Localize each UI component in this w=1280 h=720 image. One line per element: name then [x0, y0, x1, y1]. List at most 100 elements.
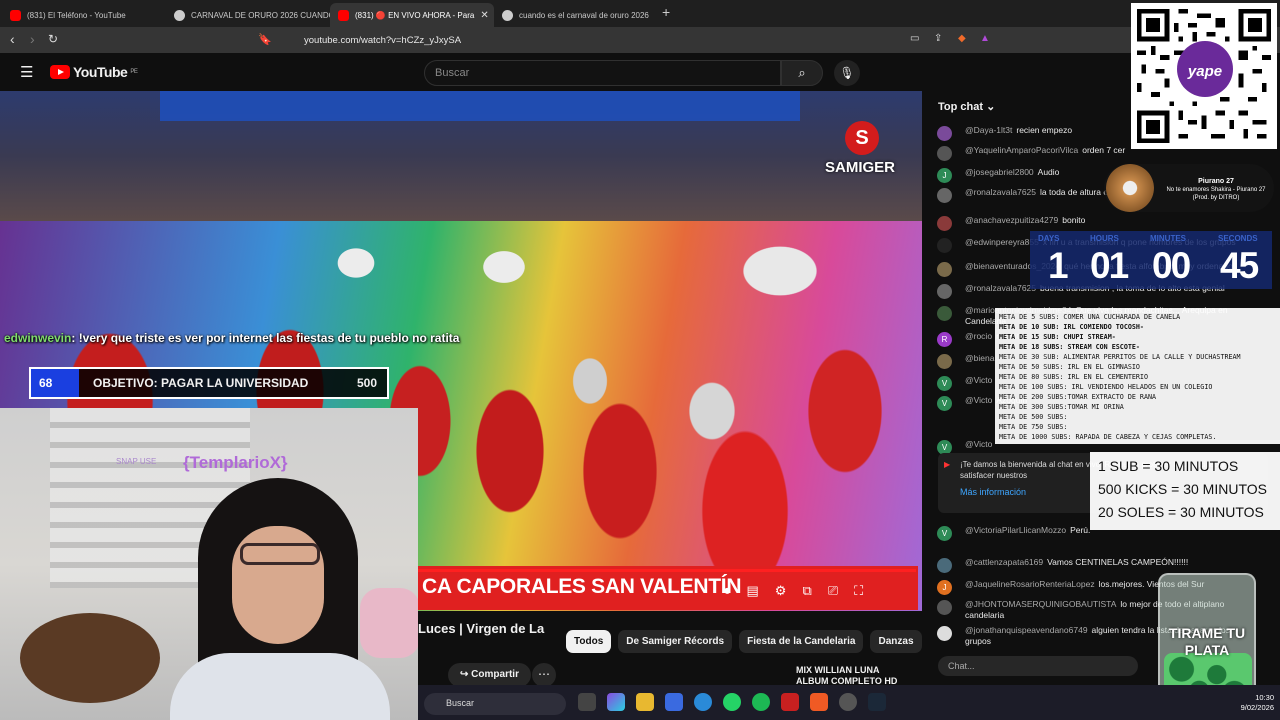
voice-search-button[interactable]: 🎙 — [834, 60, 860, 86]
cast-icon[interactable]: ⎚ — [828, 583, 838, 599]
avatar[interactable]: R — [937, 332, 952, 347]
edge-icon[interactable] — [694, 693, 712, 711]
back-icon[interactable]: ‹ — [10, 31, 15, 47]
chip-candelaria[interactable]: Fiesta de la Candelaria — [739, 630, 864, 653]
app-icon[interactable] — [781, 693, 799, 711]
settings-icon[interactable]: ⚙ — [775, 583, 787, 599]
avatar[interactable] — [937, 558, 952, 573]
avatar[interactable] — [937, 354, 952, 369]
avatar[interactable] — [937, 284, 952, 299]
more-options-button[interactable]: ⋯ — [532, 663, 556, 687]
task-view-icon[interactable] — [578, 693, 596, 711]
reload-icon[interactable]: ↻ — [48, 32, 58, 46]
steam-icon[interactable] — [868, 693, 886, 711]
youtube-logo[interactable]: YouTube PE — [50, 64, 138, 80]
recommended-video[interactable]: MIX WILLIAN LUNA ALBUM COMPLETO HD — [796, 665, 897, 687]
brave-shield-icon[interactable]: ◆ — [958, 33, 966, 44]
chat-author[interactable]: @ronalzavala7625 — [965, 187, 1036, 197]
timer-days: 1 — [1048, 245, 1069, 286]
avatar[interactable] — [937, 126, 952, 141]
video-progress-bar[interactable] — [418, 569, 916, 572]
chat-author[interactable]: @anachavezpuitiza4279 — [965, 215, 1058, 225]
avatar[interactable] — [937, 216, 952, 231]
taskbar-apps — [578, 693, 886, 711]
bookmark-icon[interactable]: 🔖 — [258, 33, 272, 46]
store-icon[interactable] — [665, 693, 683, 711]
jar-label: TIRAME TU PLATA — [1168, 625, 1246, 658]
avatar[interactable] — [937, 188, 952, 203]
chat-author[interactable]: @Daya-1lt3t — [965, 125, 1012, 135]
avatar[interactable] — [937, 238, 952, 253]
chat-author[interactable]: @Victo — [965, 375, 992, 385]
copilot-icon[interactable] — [607, 693, 625, 711]
autoplay-toggle-icon[interactable]: ⏺ — [724, 583, 731, 599]
avatar[interactable] — [937, 626, 952, 641]
tab-carnaval-oruro[interactable]: CARNAVAL DE ORURO 2026 CUANDO — [166, 3, 330, 27]
chat-author[interactable]: @JHONTOMASERQUINIGOBAUTISTA — [965, 599, 1116, 609]
chat-author[interactable]: @Victo — [965, 439, 992, 449]
chat-author[interactable]: @josegabriel2800 — [965, 167, 1034, 177]
chat-input[interactable]: Chat... — [938, 656, 1138, 676]
file-explorer-icon[interactable] — [636, 693, 654, 711]
avatar[interactable]: J — [937, 580, 952, 595]
chip-danzas[interactable]: Danzas — [870, 630, 922, 653]
menu-icon[interactable]: ☰ — [20, 63, 33, 81]
subtitles-icon[interactable]: ▤ — [747, 583, 759, 599]
tab-cuando-carnaval[interactable]: cuando es el carnaval de oruro 2026 — [494, 3, 658, 27]
chat-author[interactable]: @rocio — [965, 331, 992, 341]
obs-icon[interactable] — [839, 693, 857, 711]
chat-author[interactable]: @cattlenzapata6169 — [965, 557, 1043, 567]
share-icon[interactable]: ⇪ — [934, 33, 942, 44]
whatsapp-icon[interactable] — [723, 693, 741, 711]
close-tab-icon[interactable]: ✕ — [480, 10, 488, 21]
cast-icon[interactable]: ▭ — [910, 33, 919, 44]
address-bar: ‹ › ↻ 🔖 youtube.com/watch?v=hCZz_yJxySA … — [0, 27, 1280, 53]
chat-author[interactable]: @JaquelineRosarioRenteriaLopez — [965, 579, 1095, 589]
brave-icon[interactable] — [810, 693, 828, 711]
youtube-header: ☰ YouTube PE Buscar ⌕ 🎙 — [0, 53, 922, 91]
avatar[interactable] — [937, 262, 952, 277]
song-subtitle: No te enamores Shakira - Piurano 27 (Pro… — [1166, 187, 1266, 201]
avatar[interactable]: V — [937, 376, 952, 391]
search-button[interactable]: ⌕ — [781, 60, 823, 86]
avatar[interactable] — [937, 306, 952, 321]
chat-author[interactable]: @edwinpereyra855 — [965, 237, 1039, 247]
taskbar-search[interactable]: Buscar — [424, 693, 566, 715]
chat-author[interactable]: @biena — [965, 353, 994, 363]
chat-author[interactable]: @Victo — [965, 395, 992, 405]
chip-samiger[interactable]: De Samiger Récords — [618, 630, 733, 653]
share-button[interactable]: ↪ Compartir — [448, 663, 531, 687]
chat-author[interactable]: @VictoriaPilarLlicanMozzo — [965, 525, 1066, 535]
spotify-icon[interactable] — [752, 693, 770, 711]
search-input[interactable]: Buscar — [424, 60, 781, 86]
chip-todos[interactable]: Todos — [566, 630, 612, 653]
avatar[interactable]: V — [937, 396, 952, 411]
youtube-favicon-icon — [10, 9, 21, 21]
chat-text: Perú. — [1070, 525, 1091, 535]
chat-author[interactable]: @YaquelinAmparoPacoriVilca — [965, 145, 1078, 155]
url-field[interactable]: youtube.com/watch?v=hCZz_yJxySA — [280, 30, 970, 50]
tab-en-vivo[interactable]: (831) 🔴 EN VIVO AHORA - Para ✕ — [330, 3, 494, 27]
logo-text: YouTube — [73, 64, 128, 80]
avatar[interactable] — [937, 600, 952, 615]
streamer-name: {TemplarioX} — [183, 453, 288, 472]
goal-item: META DE 5 SUBS: COMER UNA CUCHARADA DE C… — [999, 313, 1181, 321]
streamer-body — [170, 653, 390, 720]
fullscreen-icon[interactable]: ⛶ — [854, 583, 863, 599]
rewards-icon[interactable]: ▲ — [980, 33, 990, 44]
system-clock[interactable]: 10:30 9/02/2026 — [1226, 693, 1274, 713]
tab-el-telefono[interactable]: (831) El Teléfono - YouTube — [2, 3, 166, 27]
clock-time: 10:30 — [1255, 693, 1274, 702]
chat-mode-selector[interactable]: Top chat ⌄ — [938, 100, 995, 113]
chat-author[interactable]: @ronalzavala7625 — [965, 283, 1036, 293]
song-title: Piurano 27 — [1198, 178, 1234, 185]
forward-icon[interactable]: › — [30, 31, 35, 47]
new-tab-button[interactable]: + — [662, 4, 670, 20]
goal-item: META DE 500 SUBS: — [999, 413, 1068, 421]
avatar[interactable]: V — [937, 526, 952, 541]
avatar[interactable]: J — [937, 168, 952, 183]
chat-author[interactable]: @jonathanquispeavendano6749 — [965, 625, 1088, 635]
avatar[interactable] — [937, 146, 952, 161]
miniplayer-icon[interactable]: ⧉ — [802, 583, 811, 599]
timer-label-hours: HOURS — [1090, 234, 1119, 243]
